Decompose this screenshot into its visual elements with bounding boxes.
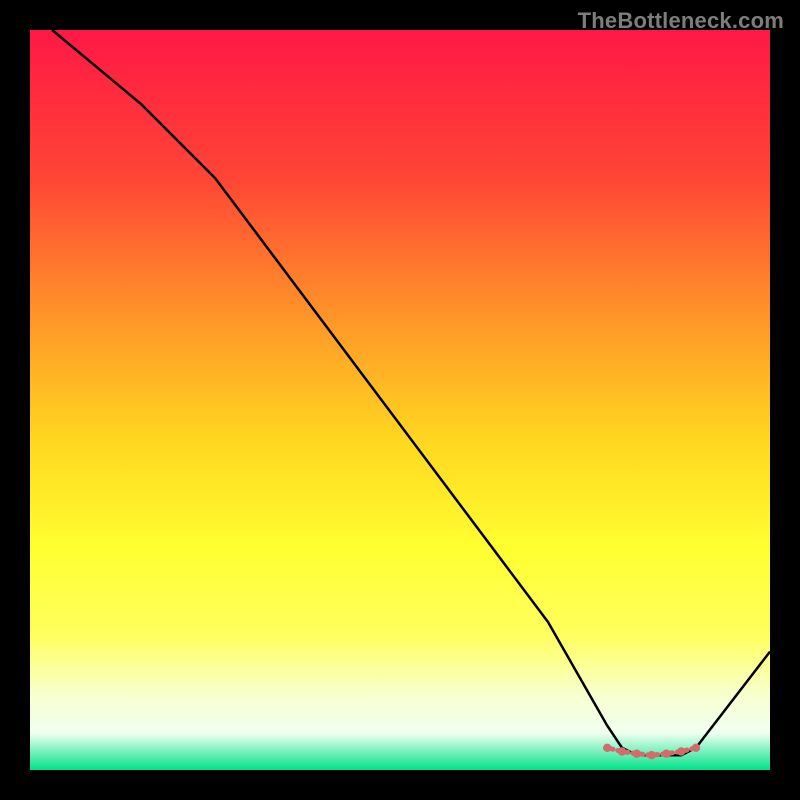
gradient-background	[30, 30, 770, 770]
watermark-label: TheBottleneck.com	[578, 8, 784, 34]
marker-dot	[647, 751, 655, 759]
marker-dot	[677, 747, 685, 755]
marker-dot	[618, 747, 626, 755]
plot-area	[30, 30, 770, 770]
marker-dot	[633, 750, 641, 758]
marker-dot	[662, 750, 670, 758]
marker-dot	[692, 744, 700, 752]
plot-svg	[30, 30, 770, 770]
chart-frame: TheBottleneck.com	[0, 0, 800, 800]
marker-dot	[603, 744, 611, 752]
